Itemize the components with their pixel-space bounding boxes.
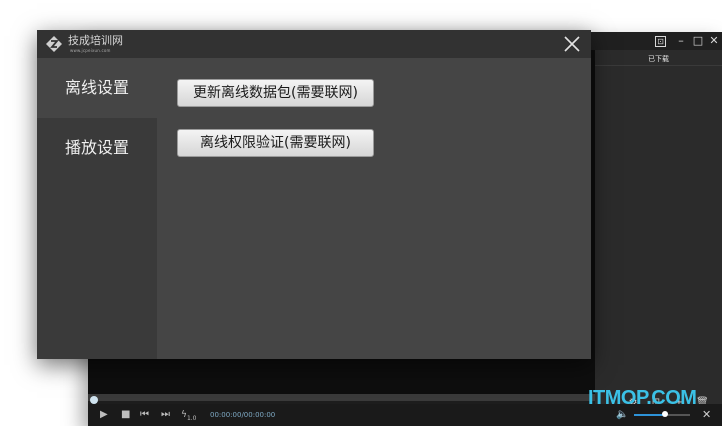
dialog-titlebar: 技成培训网 www.jcpeixun.com bbox=[37, 30, 591, 58]
volume-icon[interactable]: 🔈 bbox=[616, 409, 628, 420]
next-button[interactable]: ⏭ bbox=[161, 409, 170, 421]
sidebar-item-offline-settings[interactable]: 离线设置 bbox=[37, 58, 157, 118]
progress-bar[interactable] bbox=[88, 394, 595, 401]
verify-offline-license-button[interactable]: 离线权限验证(需要联网) bbox=[177, 129, 374, 157]
tab-downloaded[interactable]: 已下载 bbox=[595, 54, 722, 64]
timecode: 00:00:00/00:00:00 bbox=[210, 411, 276, 419]
progress-knob[interactable] bbox=[90, 396, 98, 404]
volume-fill bbox=[634, 414, 665, 416]
settings-dialog: 技成培训网 www.jcpeixun.com 离线设置 播放设置 更新离线数据包… bbox=[37, 30, 591, 359]
playlist-panel: 已下载 ⚙ ⊞ + 🗑 bbox=[595, 50, 722, 412]
tab-divider bbox=[595, 65, 722, 66]
fullscreen-icon[interactable]: ✕ bbox=[702, 408, 711, 421]
speed-value: 1.0 bbox=[186, 414, 197, 422]
settings-content: 更新离线数据包(需要联网) 离线权限验证(需要联网) bbox=[157, 58, 591, 359]
speed-button[interactable]: ϟ1.0 bbox=[181, 409, 196, 425]
settings-sidebar: 离线设置 播放设置 bbox=[37, 58, 157, 359]
logo-text: 技成培训网 bbox=[68, 34, 123, 47]
watermark: ITMOP.COM bbox=[588, 387, 697, 409]
volume-knob[interactable] bbox=[661, 411, 668, 417]
logo-url: www.jcpeixun.com bbox=[70, 48, 111, 53]
cast-icon[interactable]: ⊡ bbox=[655, 36, 666, 47]
previous-button[interactable]: ⏮ bbox=[140, 409, 149, 421]
minimize-button[interactable]: – bbox=[675, 35, 687, 47]
logo-icon bbox=[46, 36, 62, 52]
close-icon[interactable] bbox=[562, 34, 582, 54]
stop-button[interactable]: ■ bbox=[121, 409, 130, 421]
sidebar-item-playback-settings[interactable]: 播放设置 bbox=[37, 118, 157, 178]
update-offline-package-button[interactable]: 更新离线数据包(需要联网) bbox=[177, 79, 374, 107]
maximize-button[interactable]: □ bbox=[692, 35, 704, 47]
player-close-button[interactable]: ✕ bbox=[708, 35, 720, 47]
play-button[interactable]: ▶ bbox=[100, 409, 108, 421]
